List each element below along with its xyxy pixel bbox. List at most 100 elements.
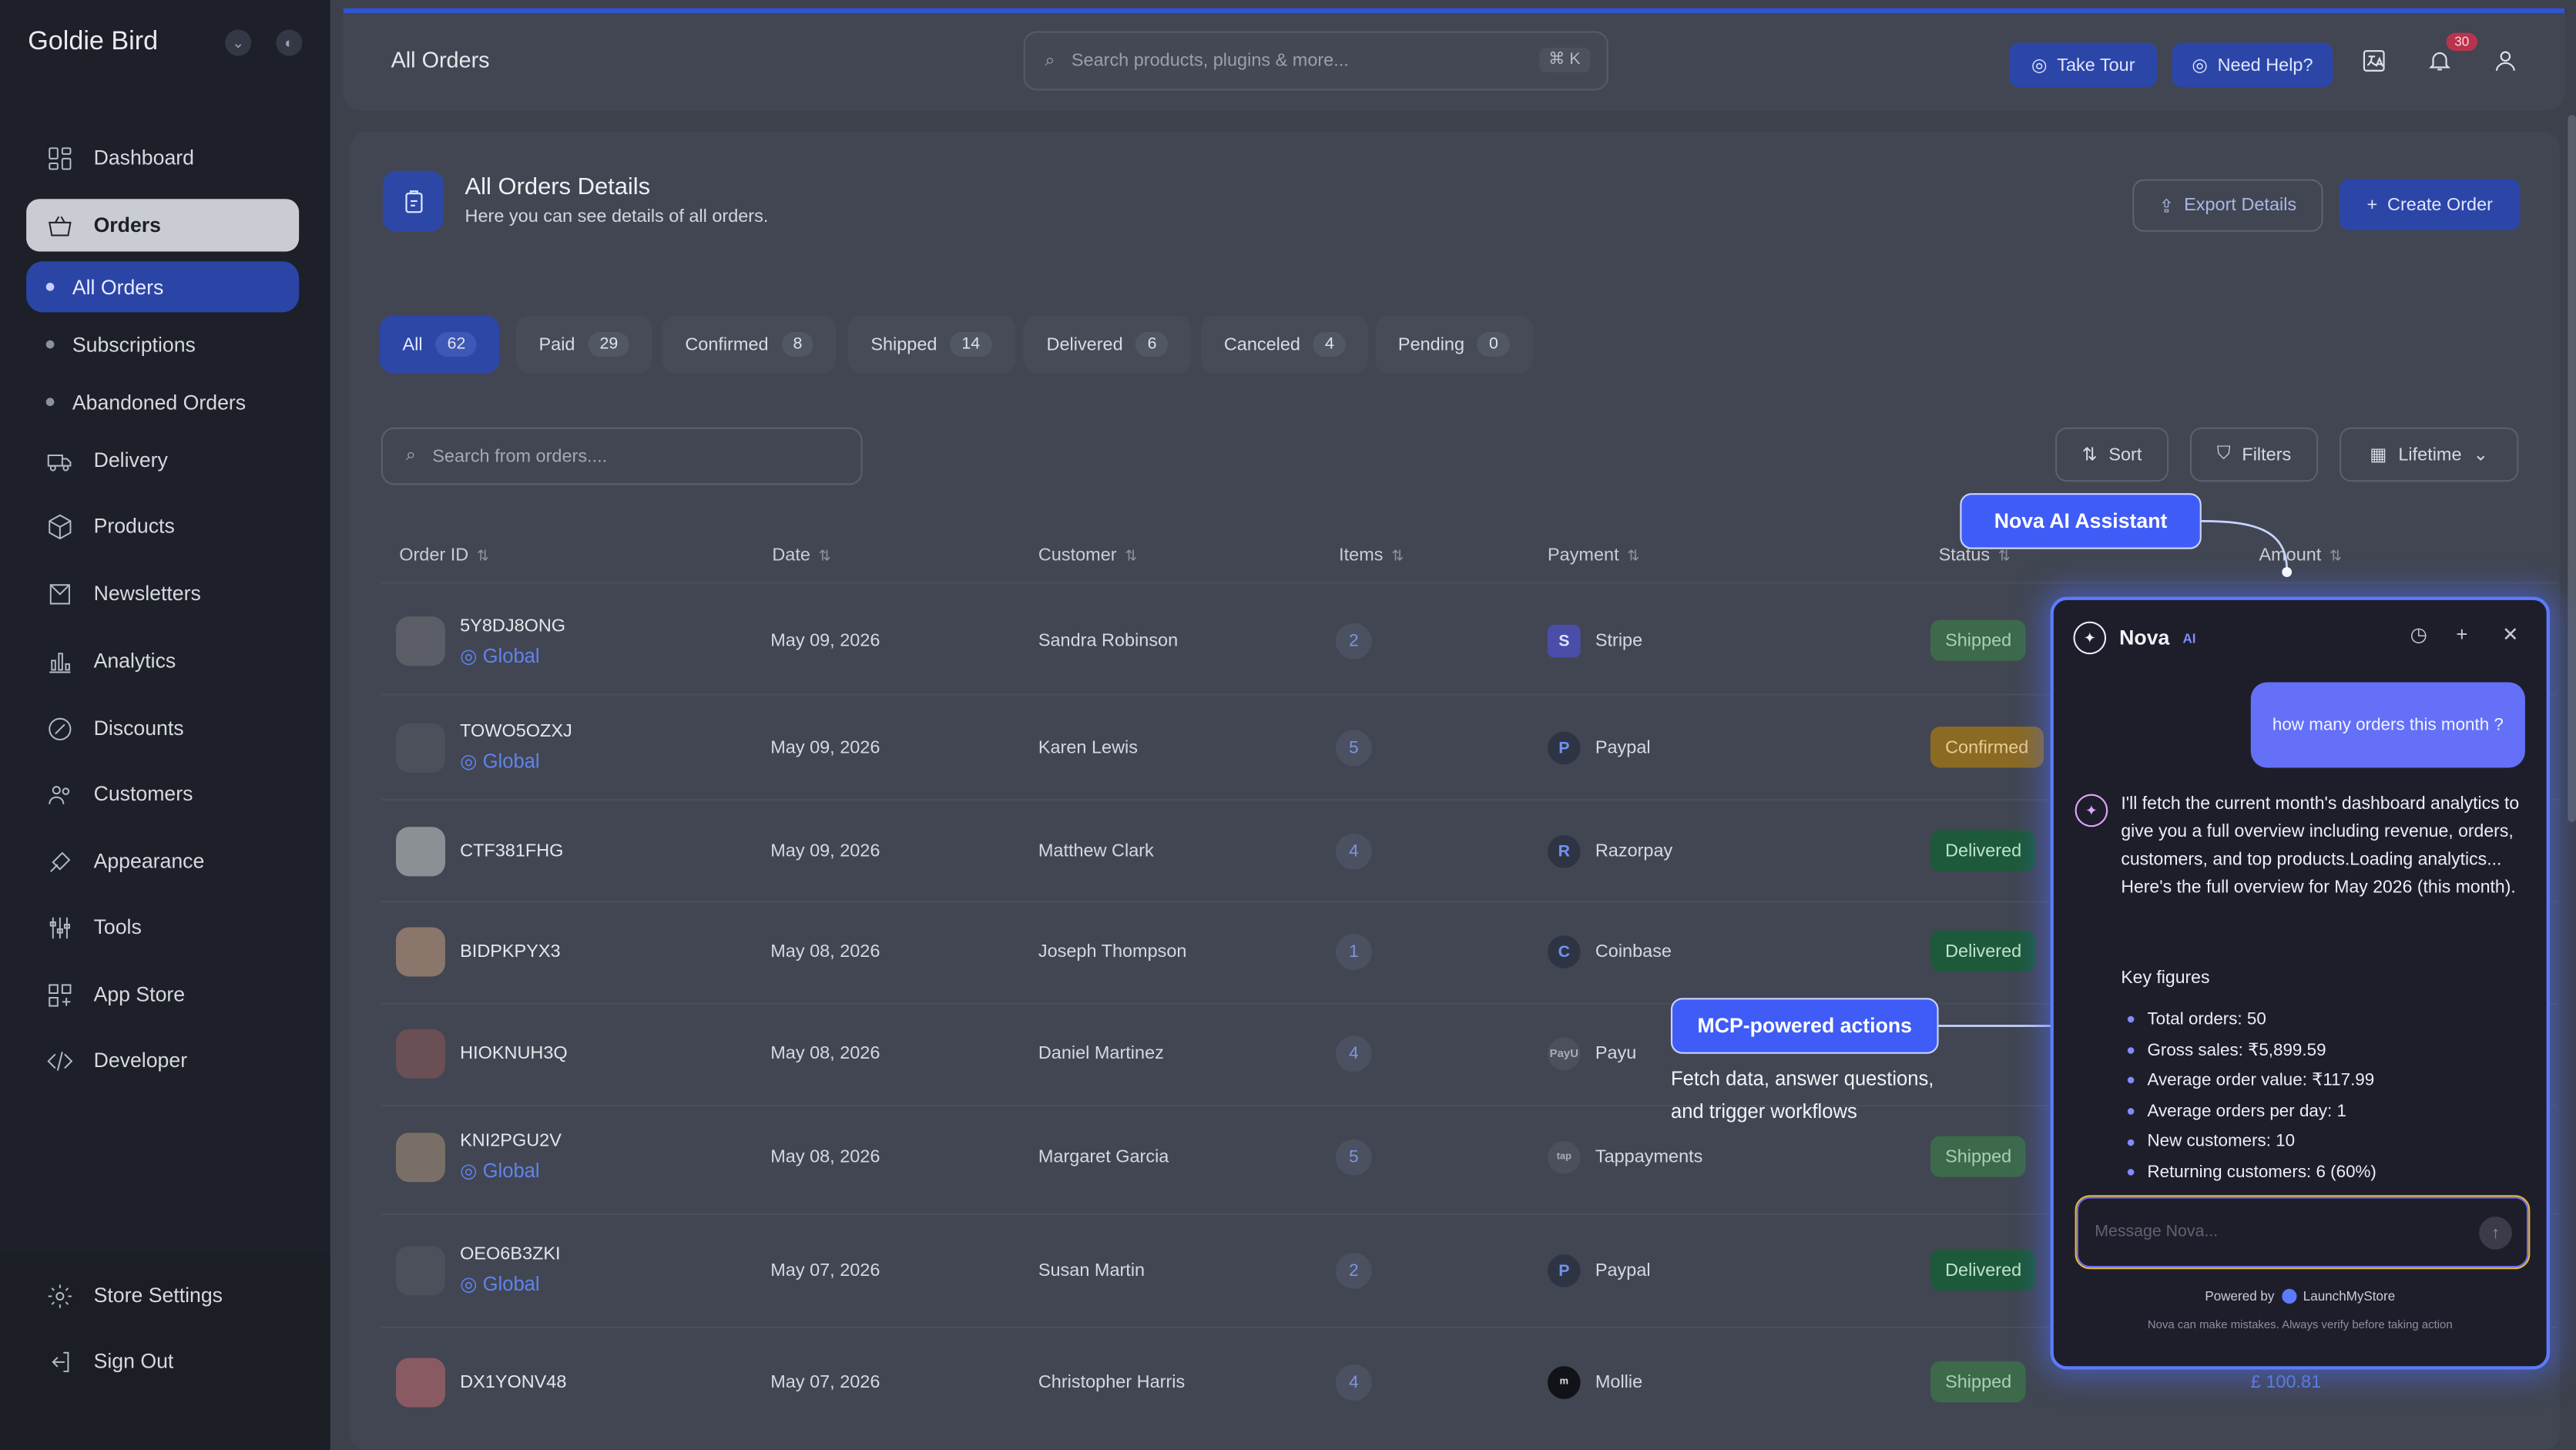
assistant-reply: I'll fetch the current month's dashboard… (2121, 794, 2520, 898)
sidebar-item-orders[interactable]: Orders (26, 199, 300, 252)
column-header-order-id[interactable]: Order ID ⇅ (399, 545, 489, 566)
sidebar-item-appearance[interactable]: Appearance (26, 835, 299, 888)
compass-icon: ◎ (2031, 55, 2048, 76)
tab-delivered[interactable]: Delivered 6 (1023, 315, 1192, 374)
sidebar-item-discounts[interactable]: Discounts (26, 702, 299, 754)
tab-label: Shipped (870, 334, 937, 354)
sidebar-item-tools[interactable]: Tools (26, 901, 299, 953)
newsletter-icon (45, 579, 74, 608)
product-thumbnail (395, 1358, 445, 1408)
message-input[interactable]: Message Nova... ↑ (2075, 1195, 2531, 1270)
shortcut-hint: ⌘ K (1538, 47, 1591, 72)
user-icon[interactable] (2490, 46, 2520, 76)
theme-toggle-icon[interactable]: ◐ (276, 29, 303, 56)
chart-icon (45, 646, 74, 676)
page-title: All Orders (391, 47, 490, 72)
sidebar-item-newsletters[interactable]: Newsletters (26, 567, 299, 619)
tab-count: 29 (588, 332, 630, 357)
sidebar-item-customers[interactable]: Customers (26, 767, 299, 820)
order-id[interactable]: DX1YONV48 (460, 1373, 566, 1393)
history-icon[interactable]: ◷ (2410, 623, 2427, 646)
tab-pending[interactable]: Pending 0 (1375, 315, 1533, 374)
export-details-button[interactable]: ⇪ Export Details (2132, 179, 2323, 232)
column-header-payment[interactable]: Payment ⇅ (1548, 545, 1639, 566)
order-id[interactable]: OEO6B3ZKI (460, 1244, 560, 1264)
column-header-customer[interactable]: Customer ⇅ (1038, 545, 1137, 566)
filters-button[interactable]: ⛉ Filters (2189, 427, 2319, 482)
order-search-input[interactable]: ⌕ Search from orders.... (381, 427, 863, 485)
order-id[interactable]: HIOKNUH3Q (460, 1044, 567, 1064)
payment-method: Tappayments (1595, 1147, 1703, 1167)
bullet-icon (2127, 1046, 2135, 1054)
list-item: Average order value: ₹117.99 (2127, 1066, 2376, 1096)
close-icon[interactable]: ✕ (2502, 623, 2518, 646)
need-help-button[interactable]: ◎ Need Help? (2172, 42, 2333, 88)
status-badge: Shipped (1930, 619, 2027, 661)
basket-icon (45, 210, 74, 240)
tab-paid[interactable]: Paid 29 (515, 315, 653, 374)
send-arrow-icon[interactable]: ↑ (2479, 1217, 2512, 1250)
translate-icon[interactable] (2360, 46, 2389, 76)
sidebar-item-sign-out[interactable]: Sign Out (26, 1335, 299, 1388)
date-range-select[interactable]: ▦ Lifetime ⌄ (2339, 427, 2519, 482)
filters-label: Filters (2242, 445, 2292, 465)
paypal-icon: P (1548, 1254, 1581, 1287)
column-header-date[interactable]: Date ⇅ (772, 545, 830, 566)
create-order-button[interactable]: + Create Order (2339, 179, 2521, 230)
sort-icon: ⇅ (476, 547, 489, 564)
sidebar-subitem-label: Subscriptions (72, 333, 196, 356)
apps-icon (45, 980, 74, 1009)
tab-label: Confirmed (685, 334, 769, 354)
chevron-down-icon[interactable]: ⌄ (225, 29, 252, 56)
product-thumbnail (395, 1029, 445, 1079)
tab-all[interactable]: All 62 (379, 315, 501, 374)
sidebar-item-label: Appearance (93, 850, 205, 874)
global-search-input[interactable]: ⌕ Search products, plugins & more... ⌘ K (1023, 31, 1608, 91)
items-count: 5 (1335, 730, 1372, 767)
sidebar-subitem-subscriptions[interactable]: Subscriptions (26, 319, 299, 370)
sidebar-item-label: Orders (93, 213, 162, 237)
sidebar-item-label: Dashboard (93, 146, 194, 170)
order-id[interactable]: 5Y8DJ8ONG (460, 616, 565, 636)
order-id[interactable]: TOWO5OZXJ (460, 722, 572, 742)
column-label: Customer (1038, 545, 1117, 566)
tab-count: 62 (435, 332, 478, 357)
sidebar-item-developer[interactable]: Developer (26, 1034, 299, 1086)
status-badge: Shipped (1930, 1361, 2027, 1403)
new-chat-icon[interactable]: + (2456, 623, 2467, 646)
bell-icon[interactable] (2425, 46, 2454, 76)
sidebar-item-delivery[interactable]: Delivery (26, 434, 299, 486)
sidebar-item-analytics[interactable]: Analytics (26, 635, 299, 687)
order-id[interactable]: CTF381FHG (460, 842, 563, 862)
items-count: 4 (1335, 833, 1372, 870)
tab-count: 8 (781, 332, 814, 357)
tab-shipped[interactable]: Shipped 14 (847, 315, 1015, 374)
region-label: Global (482, 750, 540, 773)
column-label: Amount (2259, 545, 2322, 566)
scrollbar[interactable] (2568, 115, 2576, 822)
order-id[interactable]: BIDPKPYX3 (460, 942, 560, 962)
mcp-actions-description: Fetch data, answer questions, and trigge… (1671, 1062, 1934, 1127)
tab-canceled[interactable]: Canceled 4 (1201, 315, 1369, 374)
sidebar-item-products[interactable]: Products (26, 500, 299, 552)
tappayments-icon: tap (1548, 1140, 1581, 1174)
sidebar-subitem-all-orders[interactable]: All Orders (26, 261, 300, 313)
column-header-amount[interactable]: Amount ⇅ (2259, 545, 2342, 566)
tab-confirmed[interactable]: Confirmed 8 (662, 315, 837, 374)
sidebar-item-dashboard[interactable]: Dashboard (26, 132, 299, 184)
region-global: ◎ Global (460, 1272, 540, 1296)
tab-count: 0 (1478, 332, 1510, 357)
column-header-items[interactable]: Items ⇅ (1339, 545, 1404, 566)
sidebar-item-label: Analytics (93, 649, 176, 673)
sort-button[interactable]: ⇅ Sort (2055, 427, 2169, 482)
sidebar-subitem-abandoned-orders[interactable]: Abandoned Orders (26, 377, 299, 428)
product-thumbnail (395, 616, 445, 666)
customer-name: Matthew Clark (1038, 841, 1154, 862)
sidebar-item-app-store[interactable]: App Store (26, 968, 299, 1021)
sidebar-item-store-settings[interactable]: Store Settings (26, 1269, 299, 1321)
tab-label: Paid (538, 334, 575, 354)
take-tour-button[interactable]: ◎ Take Tour (2009, 42, 2158, 88)
order-id[interactable]: KNI2PGU2V (460, 1131, 562, 1151)
sidebar-subitem-label: Abandoned Orders (72, 390, 247, 414)
tab-label: Canceled (1223, 334, 1300, 354)
